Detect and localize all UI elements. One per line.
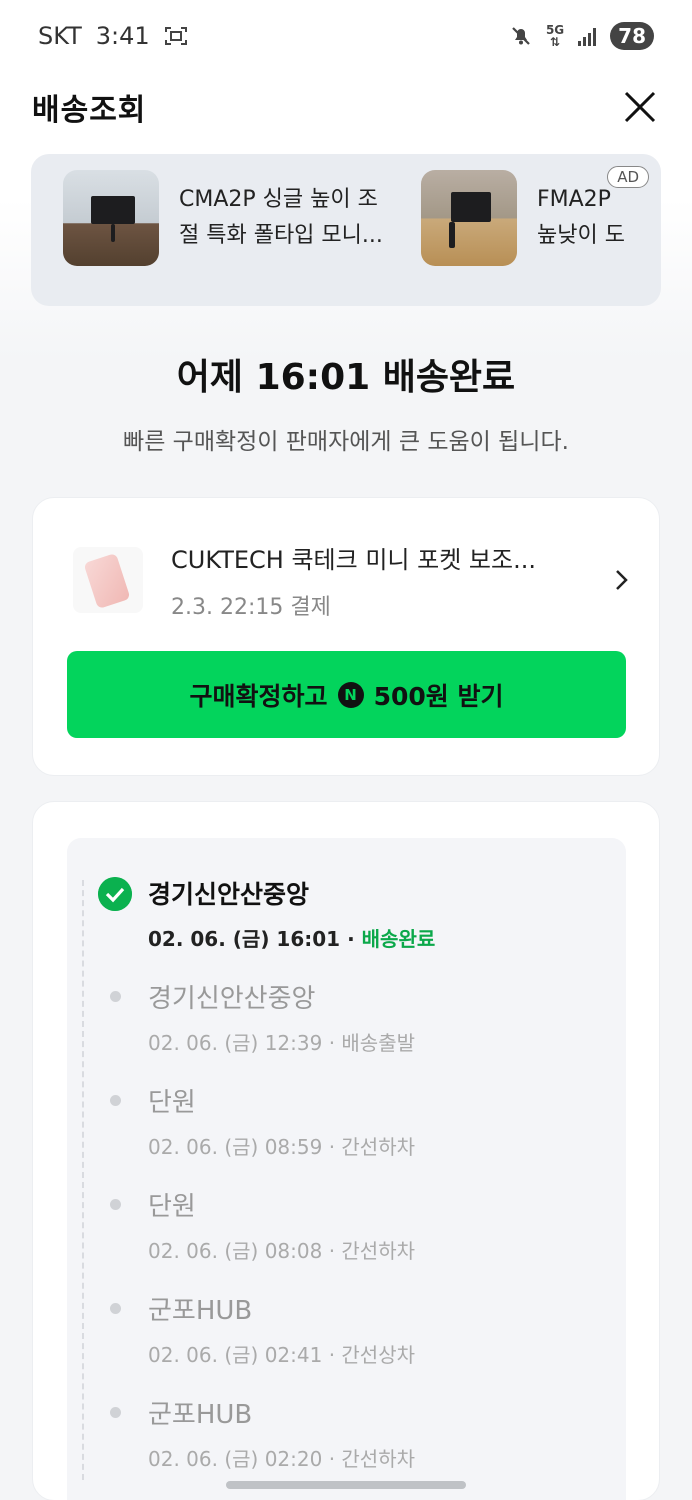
ad-product-image [421, 170, 517, 266]
step-location: 단원 [148, 1088, 196, 1118]
step-datetime: 02. 06. (금) 12:39 [148, 1031, 323, 1055]
step-datetime: 02. 06. (금) 08:08 [148, 1239, 323, 1263]
ad-item-title: CMA2P 싱글 높이 조 절 특화 폴타입 모니... [179, 182, 399, 254]
step-meta: 02. 06. (금) 08:59 · 간선하차 [148, 1131, 415, 1160]
ad-badge[interactable]: AD [607, 166, 649, 188]
step-datetime: 02. 06. (금) 16:01 [148, 927, 341, 951]
signal-icon [578, 26, 597, 46]
close-icon[interactable] [620, 87, 660, 127]
screenshot-icon [164, 27, 187, 45]
timeline-dot [110, 1407, 121, 1418]
tracking-step: 경기신안산중앙 02. 06. (금) 16:01 · 배송완료 [148, 875, 435, 952]
timeline-dot [110, 1199, 121, 1210]
ad-item[interactable]: CMA2P 싱글 높이 조 절 특화 폴타입 모니... [63, 170, 399, 266]
step-meta: 02. 06. (금) 16:01 · 배송완료 [148, 923, 435, 952]
separator: · [328, 1135, 336, 1159]
tracking-step: 경기신안산중앙 02. 06. (금) 12:39 · 배송출발 [148, 978, 415, 1056]
step-status: 간선하차 [341, 1239, 416, 1263]
step-meta: 02. 06. (금) 08:08 · 간선하차 [148, 1235, 415, 1264]
header: 배송조회 [0, 72, 692, 142]
product-card: CUKTECH 쿡테크 미니 포켓 보조... 2.3. 22:15 결제 구매… [32, 497, 660, 776]
step-datetime: 02. 06. (금) 02:20 [148, 1447, 323, 1471]
payment-date: 2.3. 22:15 결제 [171, 594, 331, 620]
step-meta: 02. 06. (금) 02:20 · 간선하차 [148, 1443, 415, 1472]
separator: · [328, 1343, 336, 1367]
step-status: 배송완료 [361, 927, 436, 951]
step-location: 경기신안산중앙 [148, 984, 316, 1014]
confirm-purchase-button[interactable]: 구매확정하고 N 500원 받기 [67, 651, 626, 738]
reward-label: 500원 받기 [373, 681, 504, 711]
step-location: 단원 [148, 1192, 196, 1222]
step-status: 배송출발 [341, 1031, 416, 1055]
separator: · [328, 1239, 336, 1263]
step-location: 군포HUB [148, 1400, 253, 1430]
timeline-dot [110, 1095, 121, 1106]
ad-title-line: FMA2P [537, 187, 611, 212]
step-meta: 02. 06. (금) 02:41 · 간선상차 [148, 1339, 415, 1368]
step-datetime: 02. 06. (금) 08:59 [148, 1135, 323, 1159]
page-title: 배송조회 [32, 93, 147, 128]
step-meta: 02. 06. (금) 12:39 · 배송출발 [148, 1027, 415, 1056]
carrier-label: SKT [38, 22, 82, 50]
ad-title-line: CMA2P 싱글 높이 조 [179, 187, 378, 212]
ad-title-line: 절 특화 폴타입 모니... [179, 223, 383, 248]
step-datetime: 02. 06. (금) 02:41 [148, 1343, 323, 1367]
step-location: 경기신안산중앙 [148, 880, 310, 909]
chevron-right-icon[interactable] [609, 568, 633, 592]
timeline-dot [110, 991, 121, 1002]
tracking-step: 단원 02. 06. (금) 08:59 · 간선하차 [148, 1082, 415, 1160]
step-status: 간선하차 [341, 1135, 416, 1159]
naver-pay-icon: N [337, 681, 364, 708]
ad-title-line: 높낮이 도 [537, 223, 625, 248]
delivery-subline: 빠른 구매확정이 판매자에게 큰 도움이 됩니다. [123, 429, 569, 455]
home-indicator[interactable] [226, 1481, 466, 1489]
timeline-line [82, 880, 84, 1480]
ad-item-title: FMA2P 높낮이 도 [537, 182, 661, 254]
status-bar: SKT 3:41 5G ⇅ 78 [0, 0, 692, 72]
step-status: 간선상차 [341, 1343, 416, 1367]
confirm-label: 구매확정하고 [189, 681, 328, 711]
step-location: 군포HUB [148, 1296, 253, 1326]
delivery-headline: 어제 16:01 배송완료 [176, 357, 516, 398]
tracking-step: 단원 02. 06. (금) 08:08 · 간선하차 [148, 1186, 415, 1264]
step-status: 간선하차 [341, 1447, 416, 1471]
ad-product-image [63, 170, 159, 266]
separator: · [328, 1031, 336, 1055]
network-indicator: 5G ⇅ [546, 24, 564, 48]
separator: · [347, 927, 355, 951]
clock: 3:41 [95, 22, 150, 50]
tracking-step: 군포HUB 02. 06. (금) 02:41 · 간선상차 [148, 1290, 415, 1368]
tracking-step: 군포HUB 02. 06. (금) 02:20 · 간선하차 [148, 1394, 415, 1472]
data-arrows-icon: ⇅ [550, 35, 561, 49]
ad-banner[interactable]: CMA2P 싱글 높이 조 절 특화 폴타입 모니... FMA2P 높낮이 도… [31, 154, 661, 306]
timeline-dot [110, 1303, 121, 1314]
check-circle-icon [98, 877, 132, 911]
separator: · [328, 1447, 336, 1471]
mute-icon [512, 27, 530, 45]
battery-indicator: 78 [610, 22, 654, 50]
product-name: CUKTECH 쿡테크 미니 포켓 보조... [171, 545, 536, 574]
product-row[interactable]: CUKTECH 쿡테크 미니 포켓 보조... 2.3. 22:15 결제 [73, 540, 633, 620]
product-image [73, 547, 143, 613]
